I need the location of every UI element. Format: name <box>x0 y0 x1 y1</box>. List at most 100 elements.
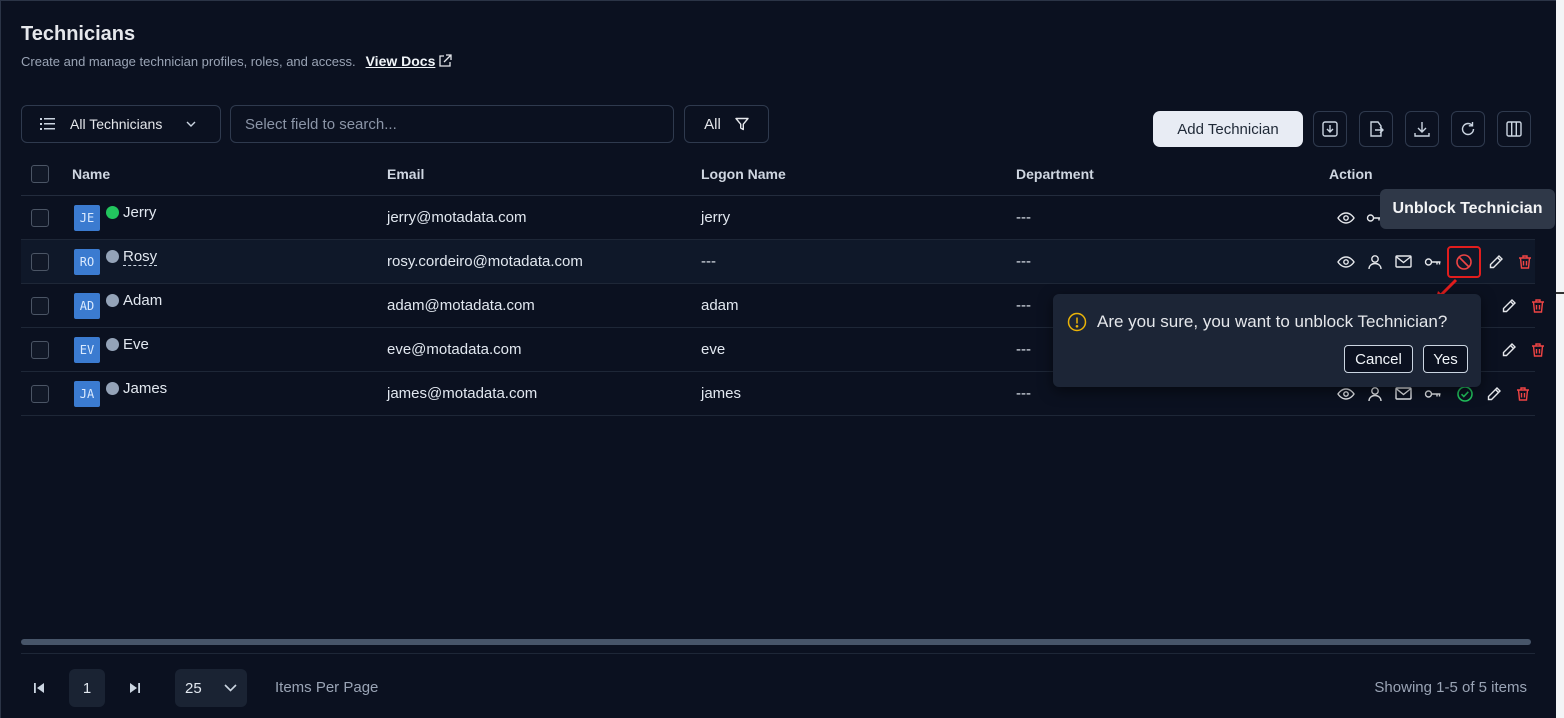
columns-button[interactable] <box>1497 111 1531 147</box>
filter-icon <box>735 117 749 131</box>
status-offline-indicator <box>106 250 119 263</box>
table-row: JE Jerry jerry@motadata.com jerry --- <box>21 196 1535 240</box>
column-header-department[interactable]: Department <box>1016 153 1094 195</box>
row-checkbox[interactable] <box>31 252 49 271</box>
refresh-button[interactable] <box>1451 111 1485 147</box>
department-cell: --- <box>1016 341 1031 358</box>
view-action[interactable] <box>1331 247 1360 276</box>
trash-icon <box>1531 298 1544 313</box>
logon-name-cell: eve <box>701 341 726 358</box>
column-header-logon-name[interactable]: Logon Name <box>701 153 786 195</box>
avatar: AD <box>74 292 100 319</box>
page-scrollbar[interactable] <box>1556 0 1564 718</box>
key-icon <box>1424 257 1440 266</box>
edit-action[interactable] <box>1494 291 1523 320</box>
block-icon <box>1456 253 1472 270</box>
email-cell: eve@motadata.com <box>387 341 522 358</box>
first-page-button[interactable] <box>25 669 53 707</box>
technician-name-cell: AD Adam <box>74 284 162 327</box>
technician-name-cell: EV Eve <box>74 328 149 371</box>
row-checkbox[interactable] <box>31 384 49 403</box>
department-cell: --- <box>1016 209 1031 226</box>
page-subtitle: Create and manage technician profiles, r… <box>21 53 453 69</box>
technician-name[interactable]: Adam <box>123 292 162 309</box>
last-page-button[interactable] <box>121 669 149 707</box>
technician-name-cell: RO Rosy <box>74 240 158 283</box>
view-docs-label: View Docs <box>365 53 436 69</box>
check-circle-icon <box>1456 385 1473 402</box>
status-offline-indicator <box>106 338 119 351</box>
footer-divider <box>21 653 1535 654</box>
column-header-email[interactable]: Email <box>387 153 424 195</box>
warning-icon <box>1067 312 1087 332</box>
eye-icon <box>1336 255 1355 268</box>
view-selector[interactable]: All Technicians <box>21 105 221 143</box>
view-docs-link[interactable]: View Docs <box>366 53 453 69</box>
import-button[interactable] <box>1313 111 1347 147</box>
external-link-icon <box>439 54 453 67</box>
delete-action[interactable] <box>1508 379 1537 408</box>
cancel-button[interactable]: Cancel <box>1344 345 1413 373</box>
pencil-icon <box>1502 342 1516 356</box>
first-page-icon <box>34 683 44 693</box>
column-header-name[interactable]: Name <box>72 153 110 195</box>
email-action[interactable] <box>1389 247 1418 276</box>
add-technician-button[interactable]: Add Technician <box>1153 111 1303 147</box>
avatar: JA <box>74 380 100 407</box>
edit-action[interactable] <box>1494 335 1523 364</box>
refresh-icon <box>1461 122 1475 136</box>
logon-name-cell: james <box>701 385 742 402</box>
yes-button[interactable]: Yes <box>1423 345 1468 373</box>
current-page[interactable]: 1 <box>69 669 105 707</box>
row-checkbox[interactable] <box>31 296 49 315</box>
trash-icon <box>1516 386 1529 401</box>
import-icon <box>1322 121 1338 137</box>
email-cell: jerry@motadata.com <box>387 209 527 226</box>
filter-button[interactable]: All <box>684 105 769 143</box>
download-icon <box>1414 122 1430 137</box>
avatar: RO <box>74 248 100 275</box>
view-action[interactable] <box>1331 203 1360 232</box>
row-checkbox[interactable] <box>31 208 49 227</box>
department-cell: --- <box>1016 385 1031 402</box>
download-button[interactable] <box>1405 111 1439 147</box>
page-size-select[interactable]: 25 <box>175 669 247 707</box>
email-cell: james@motadata.com <box>387 385 538 402</box>
status-offline-indicator <box>106 382 119 395</box>
row-checkbox[interactable] <box>31 340 49 359</box>
edit-action[interactable] <box>1479 379 1508 408</box>
search-box[interactable] <box>230 105 674 143</box>
last-page-icon <box>130 683 140 693</box>
confirm-message: Are you sure, you want to unblock Techni… <box>1067 312 1447 332</box>
technician-name[interactable]: Jerry <box>123 204 156 221</box>
columns-icon <box>1506 121 1522 137</box>
technician-name-cell: JE Jerry <box>74 196 156 239</box>
delete-action[interactable] <box>1523 291 1552 320</box>
unblock-technician-action[interactable] <box>1447 245 1481 278</box>
key-icon <box>1424 389 1440 398</box>
delete-action[interactable] <box>1523 335 1552 364</box>
search-input[interactable] <box>231 106 673 142</box>
avatar: JE <box>74 204 100 231</box>
technician-name[interactable]: James <box>123 380 167 397</box>
trash-icon <box>1531 342 1544 357</box>
table-row: RO Rosy rosy.cordeiro@motadata.com --- -… <box>21 240 1535 284</box>
user-action[interactable] <box>1360 247 1389 276</box>
password-action[interactable] <box>1418 247 1447 276</box>
edit-action[interactable] <box>1481 247 1510 276</box>
email-cell: rosy.cordeiro@motadata.com <box>387 253 583 270</box>
department-cell: --- <box>1016 297 1031 314</box>
chevron-down-icon <box>224 684 237 692</box>
horizontal-scrollbar[interactable] <box>21 639 1531 645</box>
select-all-checkbox[interactable] <box>31 165 49 183</box>
technician-name[interactable]: Rosy <box>123 248 158 266</box>
department-cell: --- <box>1016 253 1031 270</box>
user-icon <box>1367 254 1382 269</box>
technicians-page: Technicians Create and manage technician… <box>0 0 1556 718</box>
export-button[interactable] <box>1359 111 1393 147</box>
user-icon <box>1367 386 1382 401</box>
column-header-action: Action <box>1329 166 1373 182</box>
mail-icon <box>1395 255 1412 268</box>
delete-action[interactable] <box>1510 247 1539 276</box>
technician-name[interactable]: Eve <box>123 336 149 353</box>
